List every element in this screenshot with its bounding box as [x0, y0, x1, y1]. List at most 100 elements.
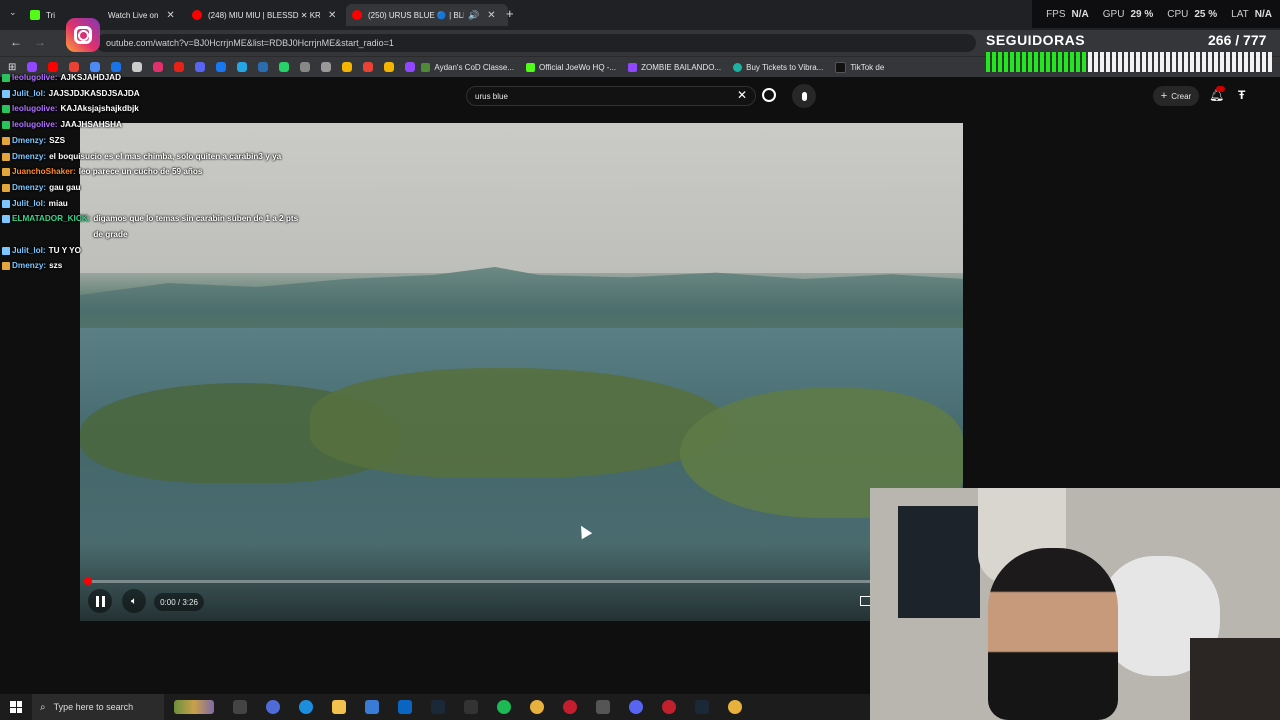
gpu-label: GPU — [1102, 8, 1125, 20]
tab-label: Tri — [46, 10, 56, 20]
chat-message: JuanchoShaker: leo parece un cucho de 59 … — [2, 164, 302, 180]
taskbar-search-box[interactable]: ⌕ Type here to search — [32, 694, 164, 720]
opera-gx-icon[interactable] — [563, 700, 577, 714]
progress-track[interactable] — [88, 580, 876, 583]
app-icon[interactable] — [464, 700, 478, 714]
close-icon[interactable]: ✕ — [487, 10, 495, 21]
tab-label: (248) MIU MIU | BLESSD ✕ KR — [208, 10, 320, 20]
app-icon[interactable] — [596, 700, 610, 714]
tab-search-icon[interactable]: ⌄ — [9, 7, 17, 18]
microphone-icon[interactable] — [792, 84, 816, 108]
bookmark-zombie[interactable]: ZOMBIE BAILANDO... — [628, 62, 722, 72]
chat-username[interactable]: Dmenzy: — [12, 180, 46, 196]
speaker-icon[interactable]: 🔊 — [468, 10, 479, 21]
clear-search-icon[interactable]: ✕ — [737, 88, 747, 102]
stream-chat: leolugolive: AJKSJAHDJAD Julit_lol: JAJSJDJ… — [2, 70, 302, 274]
create-button[interactable]: + Crear — [1153, 86, 1199, 106]
cpu-value: 25 % — [1194, 8, 1218, 20]
bookmark-label: Buy Tickets to Vibra... — [746, 62, 824, 72]
bookmark-joewo[interactable]: Official JoeWo HQ -... — [526, 62, 616, 72]
new-tab-button[interactable]: + — [506, 6, 514, 21]
chat-message: leolugolive: JAAJHSAHSHA — [2, 117, 302, 133]
youtube-search-input[interactable]: urus blue — [466, 86, 756, 106]
bookmark-icon[interactable] — [321, 62, 332, 72]
steam-icon[interactable] — [695, 700, 709, 714]
edge-icon[interactable] — [299, 700, 313, 714]
bookmark-label: ZOMBIE BAILANDO... — [641, 62, 722, 72]
close-icon[interactable]: ✕ — [328, 10, 336, 21]
steam-icon[interactable] — [431, 700, 445, 714]
file-explorer-icon[interactable] — [332, 700, 346, 714]
plus-icon: + — [1160, 90, 1168, 102]
discord-icon[interactable] — [629, 700, 643, 714]
gmail-icon[interactable] — [363, 62, 374, 72]
followers-bar-segment — [1088, 52, 1092, 72]
avatar[interactable]: Ŧ — [1238, 88, 1252, 102]
bookmark-aydan[interactable]: Aydan's CoD Classe... — [421, 62, 514, 72]
tab-watch-live[interactable]: Watch Live on ✕ — [92, 4, 178, 26]
chat-badge-icon — [2, 74, 10, 82]
url-input[interactable]: outube.com/watch?v=BJ0HcrrjnME&list=RDBJ… — [96, 34, 976, 52]
chrome-icon[interactable] — [530, 700, 544, 714]
chat-badge-icon — [2, 199, 10, 208]
twitch-icon[interactable] — [405, 62, 416, 72]
followers-bar-segment — [1268, 52, 1272, 72]
chat-text: el boquisucio es el mas chimba, solo qui… — [49, 151, 282, 161]
search-value: urus blue — [475, 91, 508, 101]
lat-value: N/A — [1254, 8, 1272, 20]
followers-bar-segment — [1220, 52, 1224, 72]
windows-start-icon[interactable] — [10, 701, 22, 713]
chat-username[interactable]: ELMATADOR_KICK: — [12, 211, 90, 227]
forward-arrow-icon[interactable]: → — [34, 35, 46, 49]
chat-text: JAAJHSAHSHA — [60, 120, 122, 130]
create-label: Crear — [1171, 91, 1192, 101]
chrome-icon[interactable] — [728, 700, 742, 714]
pause-button[interactable] — [88, 589, 112, 613]
bookmark-tickets[interactable]: Buy Tickets to Vibra... — [733, 62, 824, 72]
copilot-icon[interactable] — [266, 700, 280, 714]
chat-username[interactable]: Julit_lol: — [12, 196, 46, 212]
chat-username[interactable]: Dmenzy: — [12, 149, 46, 165]
weather-widget-icon[interactable] — [174, 700, 214, 714]
chat-username[interactable]: Dmenzy: — [12, 133, 46, 149]
chat-text: SZS — [49, 135, 66, 145]
followers-bar-segment — [1100, 52, 1104, 72]
followers-bar-segment — [1034, 52, 1038, 72]
chat-badge-icon — [2, 183, 10, 192]
tab-kick[interactable]: Tri — [30, 4, 66, 26]
outlook-icon[interactable] — [398, 700, 412, 714]
kick-icon — [526, 62, 536, 72]
followers-bar-segment — [1166, 52, 1170, 72]
chat-badge-icon — [2, 246, 10, 255]
back-arrow-icon[interactable]: ← — [10, 35, 22, 49]
followers-bar-segment — [1136, 52, 1140, 72]
chat-username[interactable]: Dmenzy: — [12, 258, 46, 274]
chat-badge-icon — [2, 105, 10, 114]
search-icon[interactable] — [762, 88, 776, 102]
followers-bar-segment — [1130, 52, 1134, 72]
chat-username[interactable]: JuanchoShaker: — [12, 164, 76, 180]
app-icon[interactable] — [662, 700, 676, 714]
chat-username[interactable]: Julit_lol: — [12, 86, 46, 102]
bookmark-tiktok[interactable]: TikTok de — [835, 61, 884, 73]
youtube-icon — [192, 10, 202, 20]
volume-button[interactable]: 🔈︎ — [122, 589, 146, 613]
tab-miu-miu[interactable]: (248) MIU MIU | BLESSD ✕ KR ✕ — [192, 4, 338, 26]
island-center — [310, 368, 730, 478]
cpu-label: CPU — [1167, 8, 1189, 20]
progress-scrubber[interactable] — [84, 577, 92, 585]
chat-username[interactable]: leolugolive: — [12, 70, 58, 86]
chat-username[interactable]: leolugolive: — [12, 101, 58, 117]
spotify-icon[interactable] — [497, 700, 511, 714]
bookmark-icon[interactable] — [342, 62, 353, 72]
followers-bar-segment — [1046, 52, 1050, 72]
close-icon[interactable]: ✕ — [166, 10, 174, 21]
tab-urus-blue[interactable]: (250) URUS BLUE 🔵 | BLES 🔊 ✕ — [346, 4, 508, 26]
chat-text: JAJSJDJKASDJSAJDA — [48, 88, 140, 98]
bookmark-icon[interactable] — [384, 62, 395, 72]
store-icon[interactable] — [365, 700, 379, 714]
chat-username[interactable]: leolugolive: — [12, 117, 58, 133]
tiktok-icon — [835, 61, 847, 73]
task-view-icon[interactable] — [233, 700, 247, 714]
chat-username[interactable]: Julit_lol: — [12, 243, 46, 259]
